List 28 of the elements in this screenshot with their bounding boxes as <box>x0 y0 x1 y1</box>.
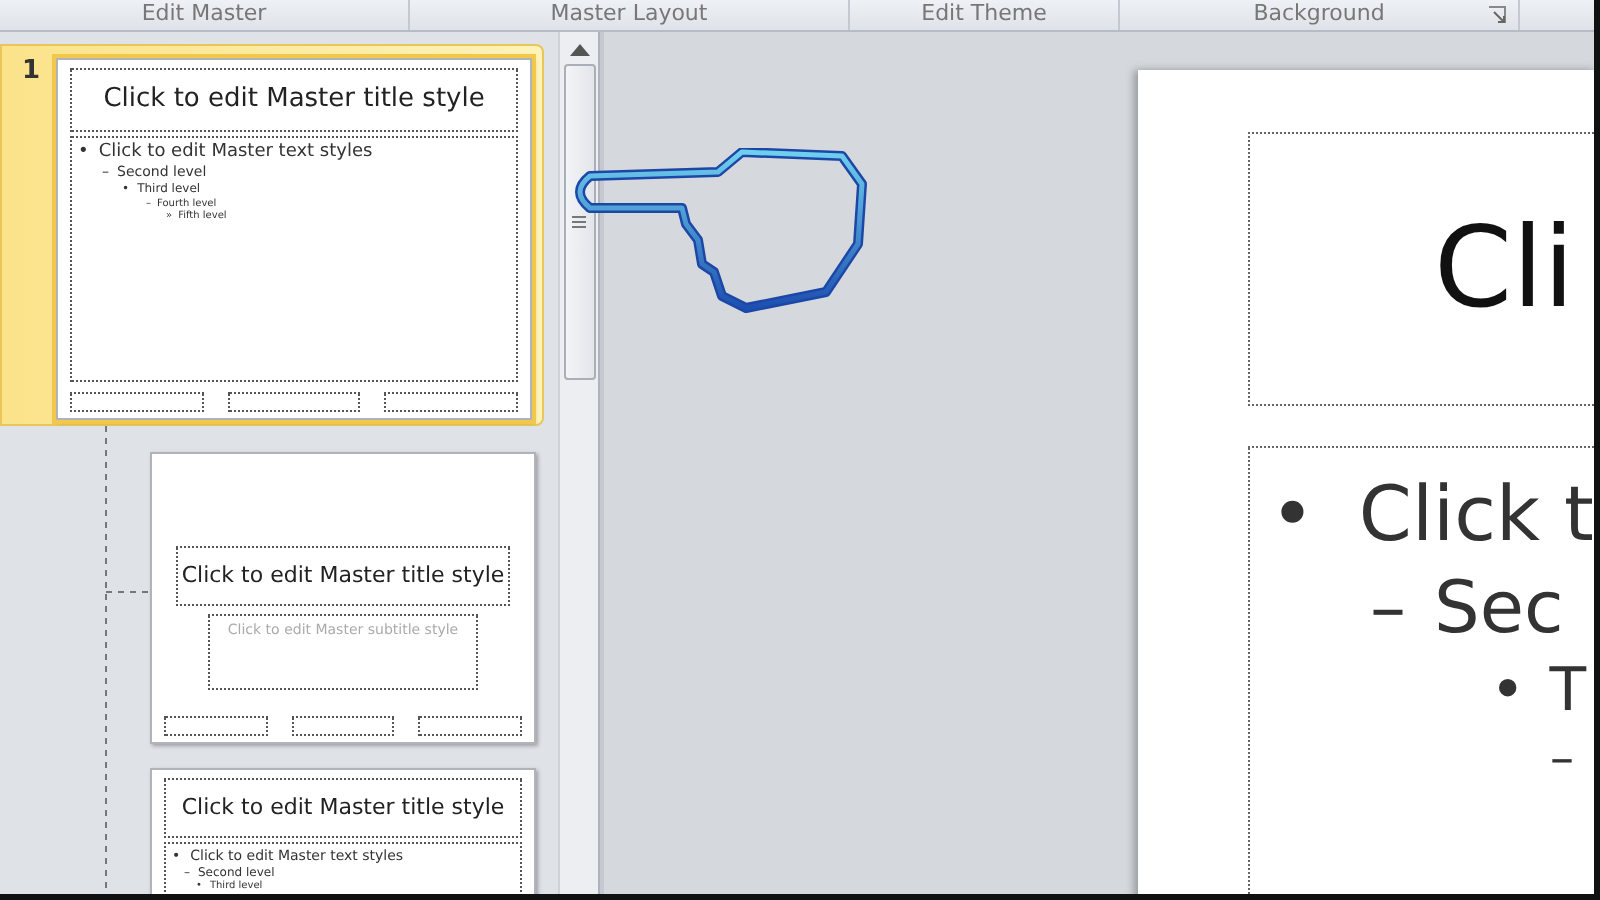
ribbon-group-label: Edit Theme <box>921 0 1047 26</box>
bullet-marker: – <box>1370 565 1406 653</box>
footer-placeholder <box>291 716 395 736</box>
placeholder-title: Click to edit Master title style <box>70 68 519 132</box>
footer-placeholder <box>70 392 204 412</box>
scrollbar-thumb[interactable] <box>563 64 595 380</box>
bullet-marker: • <box>78 142 89 165</box>
title-placeholder-text: Cli <box>1248 132 1594 406</box>
scroll-up-icon[interactable] <box>569 44 589 56</box>
ribbon-group-label: Edit Master <box>141 0 267 26</box>
footer-placeholder <box>418 716 523 736</box>
bullet-marker: • <box>1490 653 1526 728</box>
bullet-text: Sec <box>1434 565 1564 653</box>
footer-placeholder <box>227 392 361 412</box>
ribbon-group-label: Master Layout <box>550 0 708 26</box>
ribbon-group-label: Background <box>1253 0 1385 26</box>
dialog-launcher-icon[interactable] <box>1488 6 1506 24</box>
bullet-text: Click to edit Master text styles <box>98 142 373 165</box>
bullet-text: T <box>1549 653 1587 728</box>
bullet-text: Click t <box>1358 468 1594 562</box>
footer-placeholder <box>164 716 268 736</box>
placeholder-title: Click to edit Master title style <box>164 778 522 838</box>
placeholder-title: Click to edit Master title style <box>176 546 510 606</box>
slide-number: 1 <box>22 58 41 90</box>
bullet-marker: – <box>1550 728 1574 788</box>
bullet-marker: • <box>1270 468 1315 562</box>
grip-icon <box>572 216 586 228</box>
footer-placeholder <box>384 392 519 412</box>
